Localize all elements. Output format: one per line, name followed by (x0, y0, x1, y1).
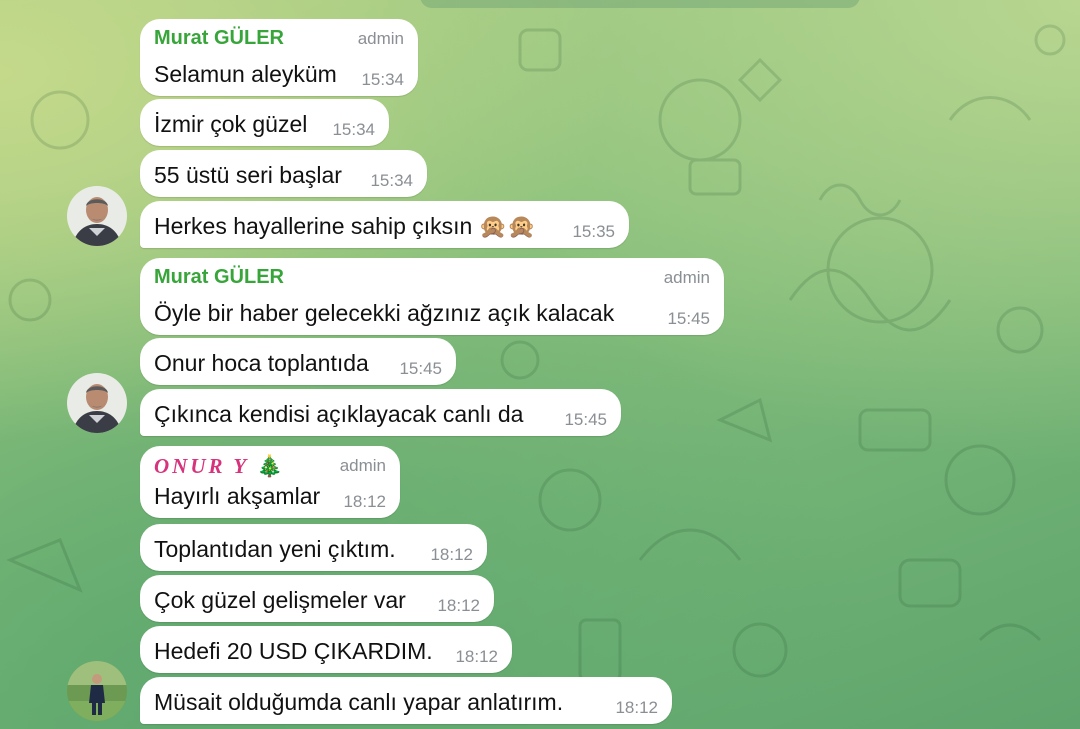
message-time: 18:12 (455, 647, 498, 666)
top-banner-edge (420, 0, 860, 8)
avatar-image (67, 373, 127, 433)
message-time: 15:45 (564, 410, 607, 429)
message-bubble[interactable]: Çok güzel gelişmeler var 18:12 (140, 575, 494, 622)
admin-badge: admin (339, 456, 386, 475)
message-bubble[interactable]: ONUR Y 🎄 admin Hayırlı akşamlar 18:12 (140, 446, 400, 518)
message-time: 18:12 (430, 545, 473, 564)
message-time: 15:35 (572, 222, 615, 241)
message-bubble[interactable]: İzmir çok güzel 15:34 (140, 99, 389, 146)
sender-name[interactable]: ONUR Y 🎄 (154, 454, 283, 479)
message-text: 55 üstü seri başlar (154, 162, 342, 188)
message-text: Onur hoca toplantıda (154, 350, 369, 376)
user-avatar-onur[interactable] (67, 661, 127, 721)
sender-name[interactable]: Murat GÜLER (154, 266, 284, 289)
message-text: Müsait olduğumda canlı yapar anlatırım. (154, 689, 564, 715)
message-time: 15:34 (370, 171, 413, 190)
message-bubble[interactable]: Toplantıdan yeni çıktım. 18:12 (140, 524, 487, 571)
message-text: Çok güzel gelişmeler var (154, 587, 406, 613)
message-bubble[interactable]: 55 üstü seri başlar 15:34 (140, 150, 427, 197)
message-time: 15:34 (361, 70, 404, 89)
message-bubble[interactable]: Murat GÜLER admin Öyle bir haber gelecek… (140, 258, 724, 335)
message-text: Çıkınca kendisi açıklayacak canlı da (154, 401, 524, 427)
message-bubble[interactable]: Herkes hayallerine sahip çıksın 🙊🙊 15:35 (140, 201, 629, 248)
message-time: 18:12 (615, 698, 658, 717)
christmas-tree-icon: 🎄 (256, 454, 283, 478)
message-text: Öyle bir haber gelecekki ağzınız açık ka… (154, 300, 615, 326)
avatar-image (67, 661, 127, 721)
avatar-image (67, 186, 127, 246)
admin-badge: admin (663, 268, 710, 287)
message-bubble[interactable]: Çıkınca kendisi açıklayacak canlı da 15:… (140, 389, 621, 436)
message-text: İzmir çok güzel (154, 111, 308, 137)
message-text: Hedefi 20 USD ÇIKARDIM. (154, 638, 433, 664)
message-bubble[interactable]: Murat GÜLER admin Selamun aleyküm 15:34 (140, 19, 418, 96)
message-bubble[interactable]: Hedefi 20 USD ÇIKARDIM. 18:12 (140, 626, 512, 673)
message-bubble[interactable]: Müsait olduğumda canlı yapar anlatırım. … (140, 677, 672, 724)
message-bubble[interactable]: Onur hoca toplantıda 15:45 (140, 338, 456, 385)
message-text: Selamun aleyküm (154, 61, 337, 87)
message-text: Herkes hayallerine sahip çıksın 🙊🙊 (154, 213, 536, 239)
message-time: 15:45 (399, 359, 442, 378)
message-time: 15:34 (332, 120, 375, 139)
message-text: Hayırlı akşamlar (154, 483, 321, 509)
message-text: Toplantıdan yeni çıktım. (154, 536, 396, 562)
message-time: 15:45 (667, 309, 710, 328)
user-avatar-murat[interactable] (67, 186, 127, 246)
sender-name[interactable]: Murat GÜLER (154, 27, 284, 50)
user-avatar-murat[interactable] (67, 373, 127, 433)
message-time: 18:12 (343, 492, 386, 511)
message-time: 18:12 (437, 596, 480, 615)
admin-badge: admin (357, 29, 404, 48)
